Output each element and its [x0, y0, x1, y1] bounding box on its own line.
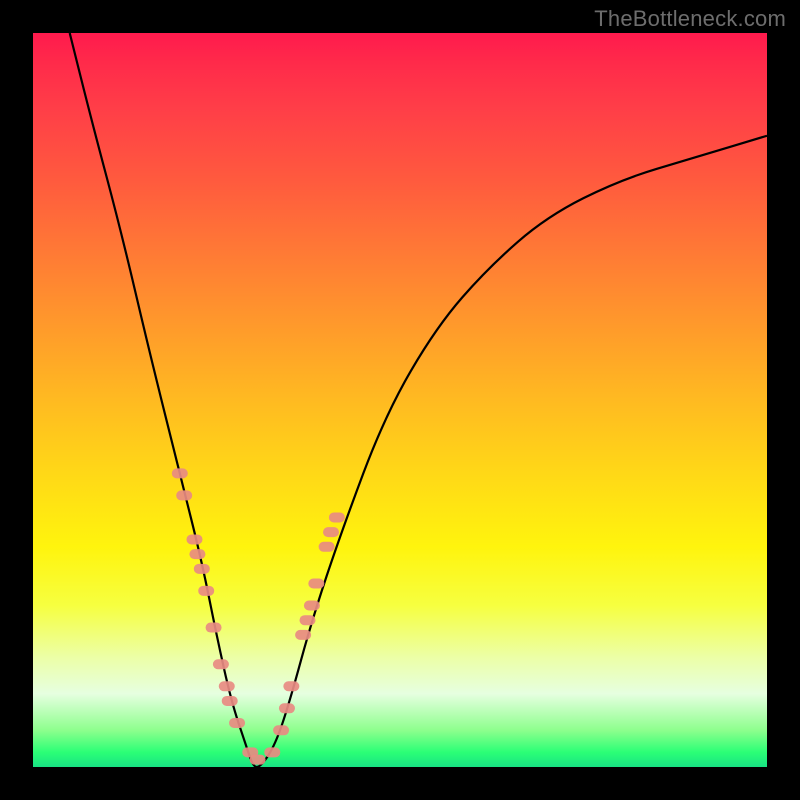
data-marker: [264, 747, 280, 757]
data-marker: [198, 586, 214, 596]
data-marker: [172, 468, 188, 478]
data-marker: [219, 681, 235, 691]
curve-layer: [70, 33, 767, 767]
data-marker: [319, 542, 335, 552]
data-marker: [308, 579, 324, 589]
data-marker: [250, 755, 266, 765]
data-marker: [304, 601, 320, 611]
data-marker: [295, 630, 311, 640]
data-marker: [194, 564, 210, 574]
marker-layer: [172, 468, 345, 764]
bottleneck-curve-path: [70, 33, 767, 767]
data-marker: [189, 549, 205, 559]
data-marker: [279, 703, 295, 713]
watermark-text: TheBottleneck.com: [594, 6, 786, 32]
plot-area: [33, 33, 767, 767]
data-marker: [222, 696, 238, 706]
data-marker: [273, 725, 289, 735]
data-marker: [329, 512, 345, 522]
data-marker: [323, 527, 339, 537]
data-marker: [213, 659, 229, 669]
data-marker: [186, 534, 202, 544]
data-marker: [283, 681, 299, 691]
chart-frame: TheBottleneck.com: [0, 0, 800, 800]
data-marker: [300, 615, 316, 625]
data-marker: [229, 718, 245, 728]
chart-svg: [33, 33, 767, 767]
data-marker: [176, 490, 192, 500]
data-marker: [206, 623, 222, 633]
